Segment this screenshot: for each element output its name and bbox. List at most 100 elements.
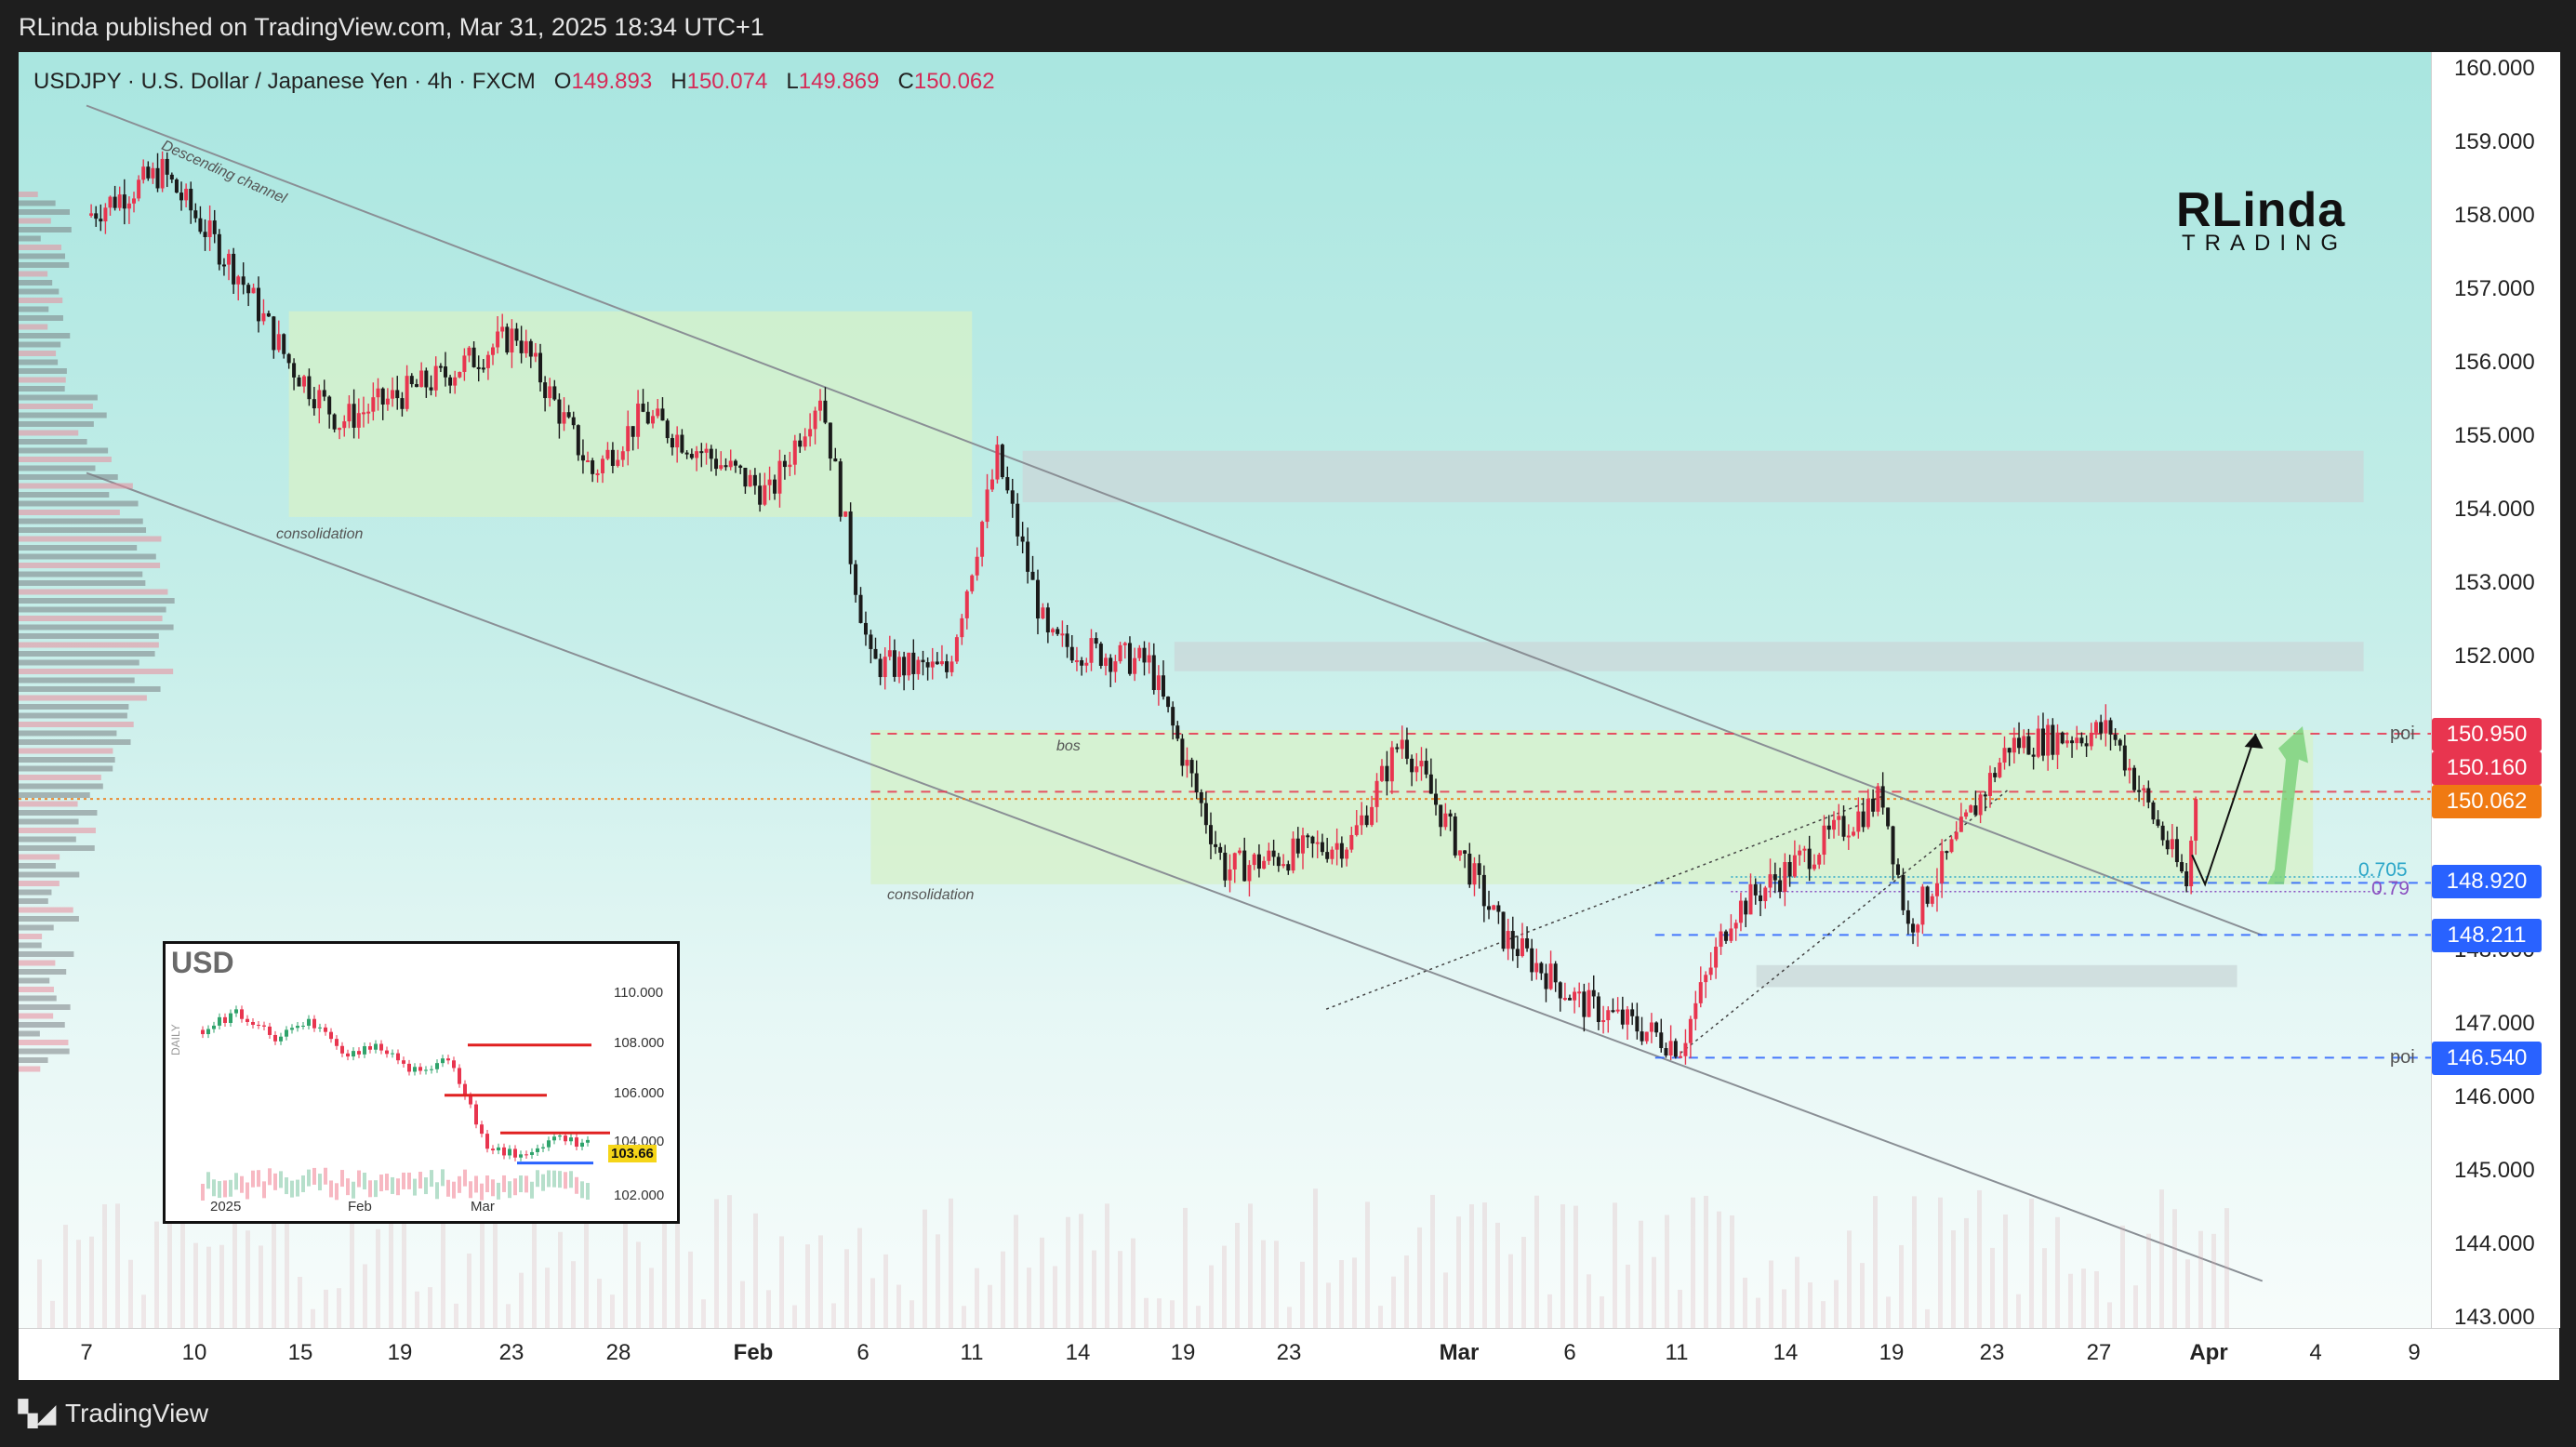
candle-body-190 [1016,503,1020,537]
candle-body-229 [1203,803,1208,826]
inset-body-49 [474,1104,478,1125]
candle-body-58 [371,397,376,412]
inset-ytick-102: 102.000 [614,1188,665,1203]
candle-body-211 [1118,644,1122,662]
candle-body-28 [221,264,226,267]
volume-bar-636 [610,1294,615,1328]
volume-bar-202 [206,1246,211,1328]
candle-body-429 [2174,839,2179,863]
inset-body-63 [552,1136,556,1141]
inset-vol-36 [402,1172,405,1189]
candle-body-263 [1370,806,1374,826]
candle-body-104 [591,460,595,474]
price-axis[interactable]: 143.000144.000145.000146.000147.000148.0… [2431,52,2560,1330]
volume-bar-1952 [1834,1280,1839,1328]
candle-body-402 [2046,724,2051,756]
candle-body-336 [1723,931,1728,941]
inset-body-48 [469,1095,472,1105]
time-tick-17: 23 [1979,1340,2005,1365]
candle-body-316 [1626,1009,1630,1025]
volume-bar-888 [844,1249,849,1328]
candle-body-119 [665,420,670,439]
volume-bar-1308 [1235,1222,1240,1328]
candle-body-220 [1161,675,1165,697]
candle-body-158 [858,594,863,623]
candle-body-25 [207,220,212,237]
volume-bar-1294 [1222,1245,1227,1328]
profile-bar-68 [19,792,90,798]
candle-body-162 [878,658,883,678]
inset-body-2 [212,1025,216,1029]
volume-bar-2162 [2029,1198,2034,1328]
chart-plot-area[interactable]: USDJPY · U.S. Dollar / Japanese Yen · 4h… [19,52,2431,1328]
candle-body-219 [1156,675,1161,691]
logo-line2: TRADING [2182,231,2347,256]
inset-body-52 [491,1148,495,1151]
price-label-146540: 146.540 [2432,1042,2542,1075]
candle-body-195 [1041,607,1045,619]
candle-body-47 [317,390,322,409]
candle-body-357 [1826,825,1831,830]
candle-body-397 [2022,736,2026,749]
inset-body-16 [290,1028,294,1030]
candle-body-132 [728,460,733,468]
candle-body-347 [1778,880,1783,892]
time-tick-21: 9 [2408,1340,2421,1365]
inset-vol-16 [290,1180,294,1198]
candle-body-118 [660,408,665,421]
volume-bar-286 [285,1221,289,1328]
inset-body-50 [480,1124,484,1135]
candle-body-287 [1487,906,1492,910]
candle-body-404 [2055,732,2060,755]
profile-bar-1 [19,200,56,206]
inset-vol-19 [307,1169,311,1187]
candle-body-262 [1364,815,1369,826]
candle-body-226 [1189,760,1194,774]
candle-body-344 [1763,887,1768,902]
inset-vol-47 [463,1169,467,1187]
volume-bar-272 [272,1215,276,1328]
profile-bar-38 [19,527,147,533]
time-axis[interactable]: 7 10 15 19 23 28 Feb 6 11 14 19 23 Mar 6 11 14 19 23 27 Apr… [19,1328,2559,1381]
candle-body-88 [514,328,519,341]
candle-body-294 [1520,938,1524,957]
inset-body-56 [513,1148,517,1158]
candle-body-127 [704,448,709,453]
inset-vol-6 [234,1173,238,1190]
candle-body-172 [925,662,930,668]
volume-bar-678 [649,1268,654,1328]
candle-body-45 [307,376,312,400]
volume-bar-1602 [1508,1254,1513,1328]
volume-bar-2120 [1990,1247,1995,1328]
time-tick-16: 19 [1879,1340,1905,1365]
profile-bar-86 [19,951,74,957]
candle-body-329 [1688,1018,1693,1043]
candle-body-228 [1199,791,1203,803]
candle-body-145 [792,440,797,465]
consolidation-label-1: consolidation [276,526,364,542]
candle-body-206 [1094,638,1098,644]
time-tick-1: 10 [181,1340,207,1365]
profile-bar-46 [19,598,175,604]
profile-bar-35 [19,500,139,507]
candle-body-288 [1492,905,1496,910]
candle-body-83 [491,347,496,355]
inset-body-57 [519,1154,523,1158]
candle-body-341 [1748,883,1753,915]
inset-vol-11 [262,1181,266,1199]
profile-bar-83 [19,924,54,931]
time-tick-19: Apr [2189,1340,2228,1365]
volume-bar-1686 [1587,1274,1591,1328]
profile-bar-13 [19,306,49,312]
candle-body-84 [496,331,500,348]
volume-bar-300 [298,1277,302,1328]
candle-body-253 [1320,842,1324,853]
candle-body-270 [1404,739,1409,759]
candle-body-393 [2002,748,2007,763]
volume-bar-538 [519,1272,524,1328]
candle-body-281 [1457,850,1462,856]
profile-bar-50 [19,633,159,639]
candle-body-125 [695,451,699,458]
inset-body-36 [402,1060,405,1064]
volume-bar-2330 [2185,1259,2190,1328]
